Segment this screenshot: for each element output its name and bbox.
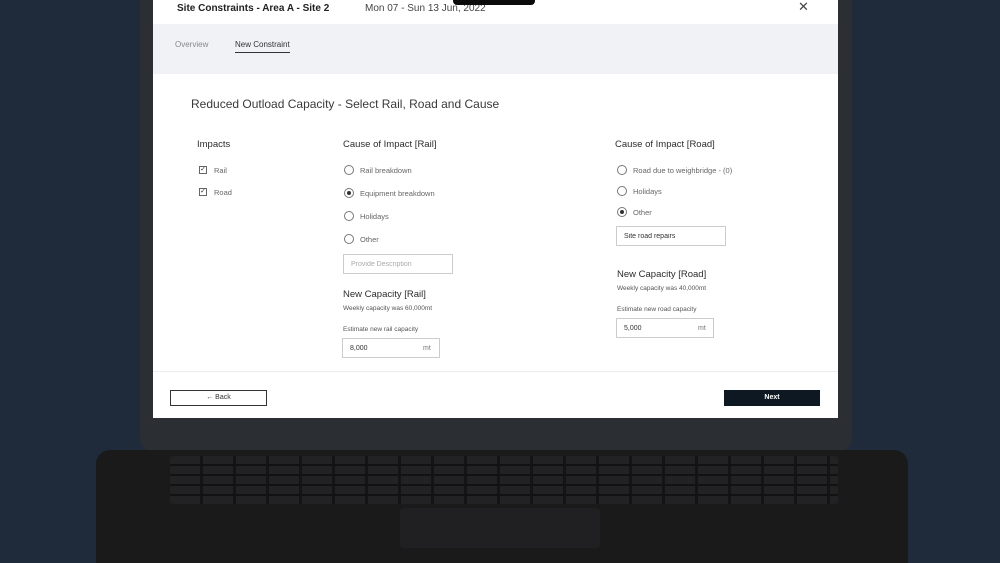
rail-option-label: Holidays — [360, 212, 389, 221]
page-title: Reduced Outload Capacity - Select Rail, … — [191, 97, 500, 111]
footer-divider — [153, 371, 838, 372]
road-weekly-capacity-note: Weekly capacity was 40,000mt — [617, 285, 707, 292]
close-icon[interactable]: ✕ — [798, 0, 809, 13]
road-option-weighbridge-radio[interactable] — [617, 165, 627, 175]
rail-description-input[interactable] — [343, 254, 453, 274]
rail-checkbox[interactable]: ✓ — [199, 166, 207, 174]
tab-bar: Overview New Constraint — [153, 24, 838, 74]
trackpad — [400, 508, 600, 548]
road-option-other-radio[interactable] — [617, 207, 627, 217]
road-description-input[interactable] — [616, 226, 726, 246]
rail-option-holidays-radio[interactable] — [344, 211, 354, 221]
road-option-label: Other — [633, 208, 652, 217]
rail-option-label: Equipment breakdown — [360, 189, 435, 198]
window-title: Site Constraints - Area A - Site 2 — [177, 3, 330, 14]
road-option-label: Holidays — [633, 187, 662, 196]
road-option-holidays-radio[interactable] — [617, 186, 627, 196]
app-screen: Site Constraints - Area A - Site 2 Mon 0… — [153, 0, 838, 418]
road-checkbox[interactable]: ✓ — [199, 188, 207, 196]
road-capacity-heading: New Capacity [Road] — [617, 269, 707, 280]
rail-option-rail-breakdown-radio[interactable] — [344, 165, 354, 175]
rail-option-other-radio[interactable] — [344, 234, 354, 244]
rail-weekly-capacity-note: Weekly capacity was 60,000mt — [343, 305, 433, 312]
impacts-heading: Impacts — [197, 139, 231, 150]
rail-unit-label: mt — [423, 345, 431, 352]
rail-estimate-label: Estimate new rail capacity — [343, 326, 419, 333]
road-option-label: Road due to weighbridge - (0) — [633, 166, 733, 175]
rail-cause-heading: Cause of Impact [Rail] — [343, 139, 437, 150]
rail-capacity-heading: New Capacity [Rail] — [343, 289, 426, 300]
tab-overview[interactable]: Overview — [175, 40, 208, 52]
keyboard-rows — [170, 456, 838, 504]
road-unit-label: mt — [698, 325, 706, 332]
impact-rail-label: Rail — [214, 166, 227, 175]
rail-option-equipment-breakdown-radio[interactable] — [344, 188, 354, 198]
road-cause-heading: Cause of Impact [Road] — [615, 139, 715, 150]
road-estimate-label: Estimate new road capacity — [617, 306, 697, 313]
rail-option-label: Other — [360, 235, 379, 244]
back-button[interactable]: ← Back — [170, 390, 267, 406]
rail-option-label: Rail breakdown — [360, 166, 412, 175]
impact-road-label: Road — [214, 188, 232, 197]
next-button[interactable]: Next — [724, 390, 820, 406]
tab-new-constraint[interactable]: New Constraint — [235, 40, 290, 53]
camera-notch — [453, 0, 535, 5]
